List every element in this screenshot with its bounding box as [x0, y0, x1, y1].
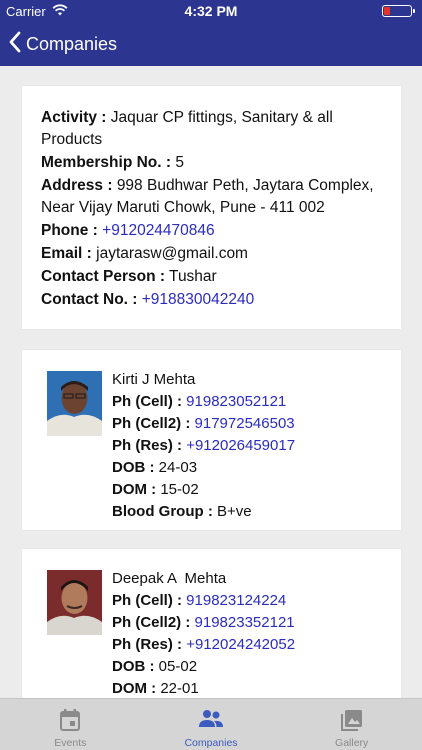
contact-no-link[interactable]: +918830042240 — [142, 291, 255, 308]
dob-value: 05-02 — [158, 658, 198, 675]
cell2-row: Ph (Cell2) : 919823352121 — [112, 613, 392, 634]
res-label: Ph (Res) : — [112, 636, 183, 653]
dom-label: DOM : — [112, 481, 157, 498]
person-name: Kirti J Mehta — [112, 371, 196, 388]
res-link[interactable]: +912024242052 — [186, 636, 295, 653]
tab-gallery-label: Gallery — [335, 737, 369, 749]
status-bar: Carrier 4:32 PM — [0, 0, 422, 22]
email-value: jaytarasw@gmail.com — [96, 245, 248, 262]
address-label: Address : — [41, 177, 113, 194]
gallery-icon — [340, 708, 364, 737]
chevron-left-icon — [8, 31, 26, 58]
cell2-label: Ph (Cell2) : — [112, 415, 191, 432]
person-card: Deepak A Mehta Ph (Cell) : 919823124224 … — [22, 549, 401, 698]
dob-row: DOB : 05-02 — [112, 657, 392, 678]
person-card: Kirti J Mehta Ph (Cell) : 919823052121 P… — [22, 350, 401, 530]
contact-no-row: Contact No. : +918830042240 — [41, 289, 382, 311]
phone-label: Phone : — [41, 222, 98, 239]
blood-group-label: Blood Group : — [112, 503, 213, 520]
dob-row: DOB : 24-03 — [112, 458, 392, 479]
tab-bar: Events Companies Gallery — [0, 698, 422, 750]
cell2-link[interactable]: 917972546503 — [195, 415, 295, 432]
res-link[interactable]: +912026459017 — [186, 437, 295, 454]
contact-no-label: Contact No. : — [41, 291, 138, 308]
blood-group-value: B+ve — [216, 503, 252, 520]
cell-link[interactable]: 919823124224 — [186, 592, 286, 609]
contact-person-row: Contact Person : Tushar — [41, 266, 382, 288]
tab-companies[interactable]: Companies — [141, 699, 282, 750]
res-label: Ph (Res) : — [112, 437, 183, 454]
person-photo — [47, 371, 102, 436]
person-details: Deepak A Mehta Ph (Cell) : 919823124224 … — [112, 569, 392, 698]
tab-events-label: Events — [54, 737, 87, 749]
cell-row: Ph (Cell) : 919823052121 — [112, 392, 392, 413]
dom-label: DOM : — [112, 680, 157, 697]
cell-label: Ph (Cell) : — [112, 393, 182, 410]
contact-person-value: Tushar — [169, 268, 217, 285]
navigation-bar: Companies — [0, 22, 422, 66]
membership-value: 5 — [175, 154, 184, 171]
tab-companies-label: Companies — [184, 737, 238, 749]
dob-label: DOB : — [112, 459, 155, 476]
people-icon — [198, 708, 224, 735]
email-row: Email : jaytarasw@gmail.com — [41, 243, 382, 265]
dob-label: DOB : — [112, 658, 155, 675]
res-row: Ph (Res) : +912026459017 — [112, 436, 392, 457]
membership-label: Membership No. : — [41, 154, 172, 171]
calendar-icon — [59, 708, 81, 737]
activity-row: Activity : Jaquar CP fittings, Sanitary … — [41, 107, 382, 151]
dom-value: 15-02 — [160, 481, 199, 498]
battery-icon — [382, 5, 415, 17]
dom-value: 22-01 — [160, 680, 199, 697]
person-details: Kirti J Mehta Ph (Cell) : 919823052121 P… — [112, 370, 392, 524]
dom-row: DOM : 15-02 — [112, 480, 392, 501]
phone-link[interactable]: +912024470846 — [102, 222, 215, 239]
company-detail-list[interactable]: Activity : Jaquar CP fittings, Sanitary … — [0, 66, 422, 698]
cell-row: Ph (Cell) : 919823124224 — [112, 591, 392, 612]
clock: 4:32 PM — [184, 3, 238, 19]
email-label: Email : — [41, 245, 92, 262]
cell2-label: Ph (Cell2) : — [112, 614, 191, 631]
person-photo — [47, 570, 102, 635]
tab-events[interactable]: Events — [0, 699, 141, 750]
person-name: Deepak A Mehta — [112, 570, 227, 587]
dob-value: 24-03 — [158, 459, 198, 476]
cell2-row: Ph (Cell2) : 917972546503 — [112, 414, 392, 435]
tab-gallery[interactable]: Gallery — [281, 699, 422, 750]
blood-group-row: Blood Group : B+ve — [112, 502, 392, 523]
activity-label: Activity : — [41, 109, 107, 126]
cell-link[interactable]: 919823052121 — [186, 393, 286, 410]
res-row: Ph (Res) : +912024242052 — [112, 635, 392, 656]
cell-label: Ph (Cell) : — [112, 592, 182, 609]
membership-row: Membership No. : 5 — [41, 152, 382, 174]
company-info-card: Activity : Jaquar CP fittings, Sanitary … — [22, 86, 401, 329]
back-button-label: Companies — [26, 33, 118, 54]
cell2-link[interactable]: 919823352121 — [195, 614, 295, 631]
contact-person-label: Contact Person : — [41, 268, 166, 285]
dom-row: DOM : 22-01 — [112, 679, 392, 698]
back-button[interactable]: Companies — [8, 30, 117, 58]
phone-row: Phone : +912024470846 — [41, 220, 382, 242]
address-row: Address : 998 Budhwar Peth, Jaytara Comp… — [41, 175, 382, 219]
